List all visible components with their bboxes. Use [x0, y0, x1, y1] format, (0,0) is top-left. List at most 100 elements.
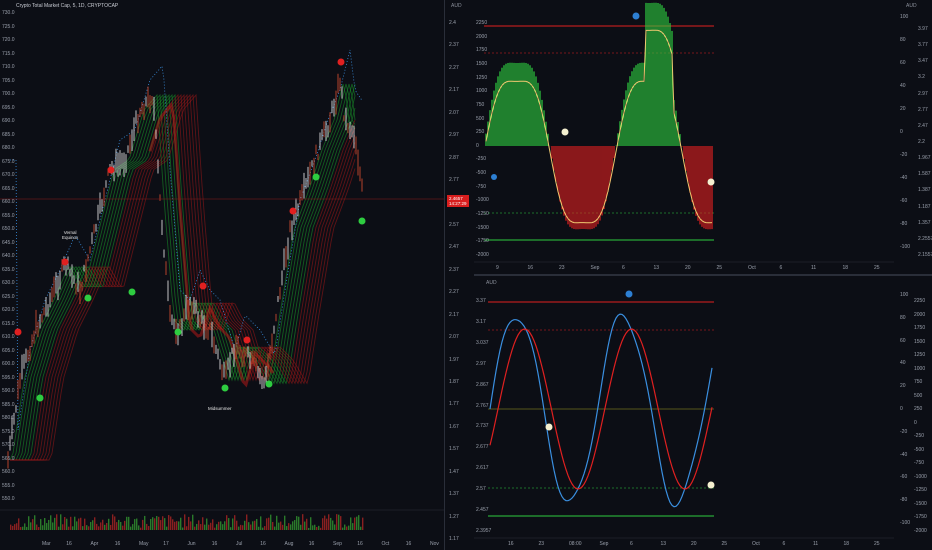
axis-tick-label: 615.0	[2, 320, 15, 327]
axis-tick-label: -40	[900, 175, 908, 181]
volume-bar	[106, 523, 108, 530]
oscillator-panel-top[interactable]: AUD 2250 2000 1750 1500 1250 1000 750 500 250 0 -2…	[474, 0, 932, 274]
axis-tick-label: 560.0	[2, 469, 15, 475]
volume-bar	[136, 518, 138, 530]
axis-tick-label: 685.0	[2, 131, 15, 138]
volume-bar	[284, 515, 286, 530]
volume-bar	[140, 527, 142, 530]
axis-tick-label: Jun	[187, 541, 196, 547]
axis-tick-label: 670.0	[2, 172, 15, 178]
volume-bar	[164, 518, 166, 530]
axis-tick-label: 1.37	[449, 491, 459, 498]
axis-tick-label: 3.77	[918, 42, 928, 49]
signal-dot	[243, 336, 251, 344]
axis-tick-label: 2.77	[449, 177, 459, 184]
axis-tick-label: 13	[660, 541, 667, 547]
volume-bar	[220, 521, 222, 530]
volume-bar	[192, 514, 194, 530]
axis-tick-label: 700.0	[2, 91, 15, 97]
main-chart-panel[interactable]: Crypto Total Market Cap, 5, 1D, CRYPTOCA…	[0, 0, 444, 550]
axis-tick-label: 6	[622, 265, 625, 271]
oscillator-bottom-canvas[interactable]	[474, 276, 932, 550]
axis-tick-label: 6	[630, 541, 633, 547]
volume-bar	[208, 524, 210, 530]
axis-tick-label: 580.0	[2, 415, 15, 421]
volume-bar	[160, 520, 162, 530]
volume-bar	[22, 526, 24, 530]
axis-tick-label: 725.0	[2, 23, 15, 30]
axis-tick-label: 1250	[476, 74, 488, 81]
volume-bar	[158, 516, 160, 530]
axis-tick-label: 250	[914, 406, 923, 413]
main-right-scale[interactable]: AUD 2.42.372.272.172.072.972.872.772.672…	[444, 0, 475, 550]
axis-tick-label: May	[139, 541, 149, 547]
axis-tick-label: 715.0	[2, 50, 15, 57]
axis-tick-label: 500	[914, 392, 923, 399]
volume-bar	[318, 525, 320, 530]
axis-tick-label: 17	[163, 541, 169, 547]
volume-bar	[226, 515, 228, 530]
axis-tick-label: 3.037	[476, 339, 489, 346]
volume-bar	[194, 526, 196, 530]
axis-tick-label: -750	[914, 460, 925, 467]
axis-tick-label: 1250	[914, 352, 926, 359]
axis-tick-label: 1750	[476, 47, 488, 54]
axis-tick-label: -2000	[476, 252, 489, 258]
volume-bar	[128, 516, 130, 530]
axis-tick-label: 585.0	[2, 401, 15, 408]
volume-bar	[336, 514, 338, 530]
ma-ribbon	[9, 49, 363, 461]
axis-tick-label: 570.0	[2, 442, 15, 448]
white-marker	[707, 481, 715, 489]
volume-bar	[92, 520, 94, 530]
axis-tick-label: 2.07	[449, 109, 459, 116]
volume-bar	[52, 522, 54, 530]
volume-bar	[346, 526, 348, 530]
volume-bar	[310, 517, 312, 530]
axis-tick-label: -40	[900, 451, 908, 458]
volume-bar	[342, 527, 344, 530]
axis-tick-label: 2.77	[918, 106, 928, 113]
volume-bar	[214, 527, 216, 530]
white-marker	[561, 128, 569, 136]
axis-tick-label: 2.07	[449, 334, 459, 341]
axis-tick-label: 1.587	[918, 171, 931, 178]
volume-bar	[216, 524, 218, 530]
volume-bar	[358, 515, 360, 530]
main-chart-canvas[interactable]	[0, 0, 444, 550]
signal-dot	[84, 294, 92, 302]
volume-bar	[240, 524, 242, 530]
axis-tick-label: 2.2557	[918, 235, 932, 242]
axis-tick-label: 500	[476, 115, 485, 122]
volume-bar	[326, 518, 328, 530]
axis-tick-label: 40	[900, 360, 906, 367]
axis-tick-label: 0	[914, 419, 917, 426]
volume-bar	[38, 527, 40, 530]
volume-bar	[224, 521, 226, 530]
oscillator-panel-bottom[interactable]: AUD 3.37 3.17 3.037 2.97 2.867 2.767 2.737 2.67…	[474, 276, 932, 550]
oscillator-top-canvas[interactable]	[474, 0, 932, 274]
volume-bar	[348, 525, 350, 530]
volume-bar	[50, 515, 52, 530]
volume-bar	[324, 515, 326, 530]
volume-bar	[90, 521, 92, 530]
volume-bar	[72, 526, 74, 530]
axis-tick-label: 3.97	[918, 26, 928, 32]
volume-bar	[84, 518, 86, 530]
blue-marker	[491, 174, 497, 180]
volume-bar	[278, 522, 280, 530]
axis-tick-label: -1000	[914, 473, 927, 480]
volume-bar	[258, 526, 260, 530]
signal-dot	[174, 328, 182, 336]
blue-marker	[632, 12, 640, 20]
volume-bar	[64, 516, 66, 530]
axis-tick-label: 16	[260, 541, 266, 547]
volume-bar	[234, 515, 236, 530]
axis-tick-label: 705.0	[2, 77, 15, 84]
volume-bar	[168, 515, 170, 530]
volume-bar	[130, 526, 132, 530]
volume-bar	[32, 519, 34, 530]
axis-tick-label: -1750	[476, 238, 489, 245]
axis-tick-label: 0	[900, 406, 903, 412]
volume-bar	[142, 519, 144, 530]
